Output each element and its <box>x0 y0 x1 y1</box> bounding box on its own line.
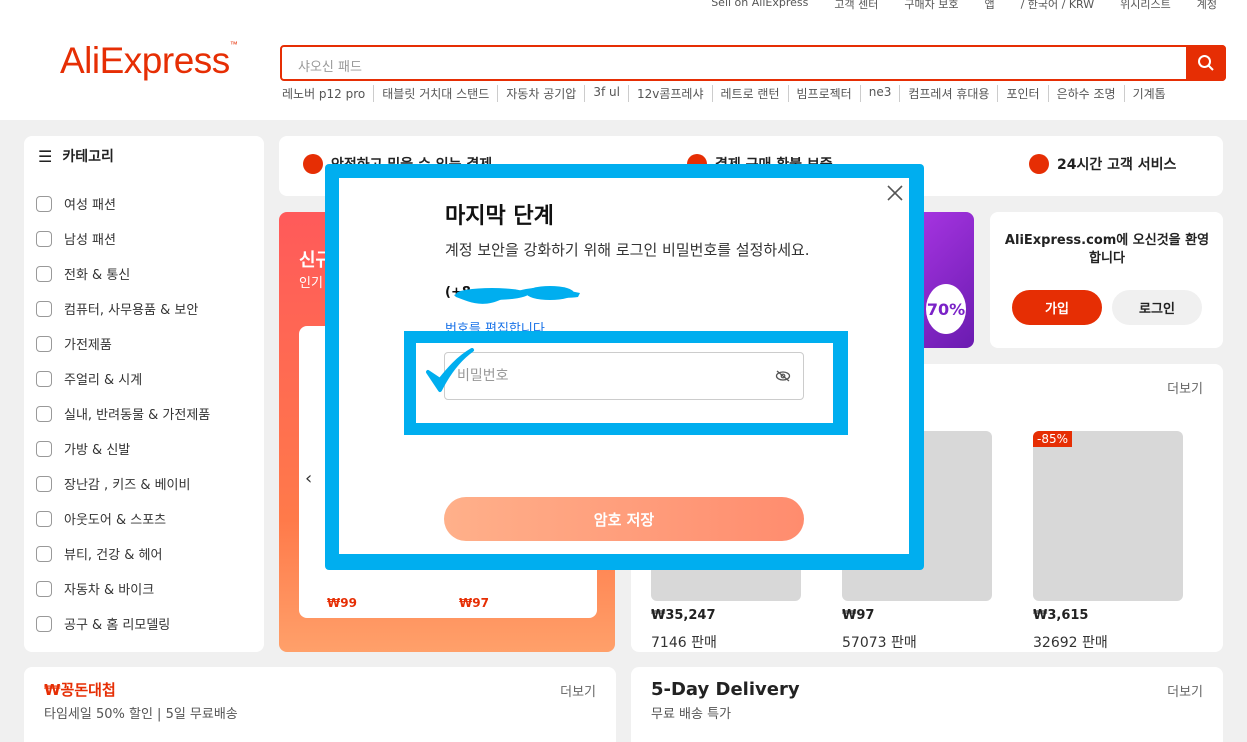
close-icon[interactable] <box>886 184 904 202</box>
checkmark-icon <box>426 348 474 392</box>
password-field[interactable] <box>444 352 804 400</box>
password-input[interactable] <box>457 365 757 387</box>
redaction-scribble <box>454 286 580 304</box>
eye-off-icon[interactable] <box>775 369 791 383</box>
modal-title: 마지막 단계 <box>445 204 554 229</box>
save-password-button[interactable]: 암호 저장 <box>444 497 804 541</box>
modal-description: 계정 보안을 강화하기 위해 로그인 비밀번호를 설정하세요. <box>445 241 810 259</box>
